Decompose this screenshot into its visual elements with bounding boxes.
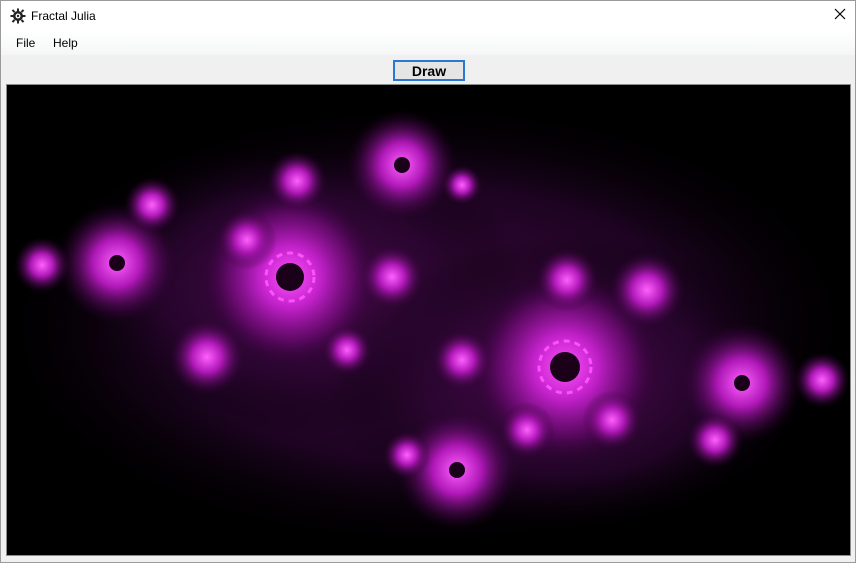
- window-title: Fractal Julia: [31, 9, 96, 23]
- menu-bar: File Help: [1, 31, 855, 55]
- draw-button[interactable]: Draw: [393, 60, 465, 81]
- gear-icon: [10, 8, 26, 24]
- close-icon: [834, 7, 846, 25]
- julia-fractal-image: [7, 85, 850, 555]
- menu-file[interactable]: File: [16, 35, 35, 51]
- app-window: Fractal Julia File Help Draw: [0, 0, 856, 563]
- toolbar: Draw: [1, 55, 855, 85]
- menu-help[interactable]: Help: [53, 35, 78, 51]
- title-bar[interactable]: Fractal Julia: [1, 1, 855, 31]
- close-button[interactable]: [825, 1, 855, 31]
- fractal-canvas[interactable]: [6, 84, 851, 556]
